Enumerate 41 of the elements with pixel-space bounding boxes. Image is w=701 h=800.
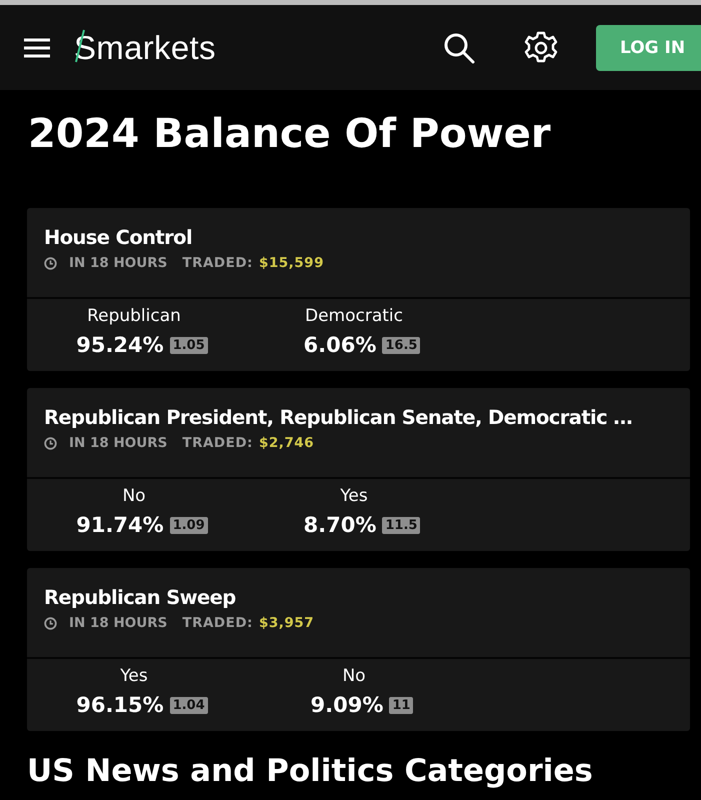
market-card[interactable]: Republican President, Republican Senate, Democratic … IN 18 HOURS TRADED: $2,746 No 91.74% 1.09 Yes 8.70% 11.5 (27, 388, 690, 551)
market-card[interactable]: Republican Sweep IN 18 HOURS TRADED: $3,957 Yes 96.15% 1.04 No 9.09% 11 (27, 568, 690, 731)
market-title: Republican President, Republican Senate, Democratic … (44, 405, 634, 431)
settings-icon[interactable] (524, 30, 558, 64)
market-title: Republican Sweep (44, 585, 237, 611)
outcome-percent[interactable]: 95.24% (76, 333, 164, 357)
outcome-name: Yes (340, 485, 368, 507)
odds-badge[interactable]: 1.09 (170, 516, 208, 534)
page-title: 2024 Balance Of Power (28, 112, 552, 159)
outcome-percent[interactable]: 91.74% (76, 513, 164, 537)
outcome-name: Democratic (305, 305, 403, 327)
traded-label: TRADED: (182, 435, 253, 451)
odds-badge[interactable]: 11.5 (382, 516, 420, 534)
time-label: IN 18 HOURS (69, 435, 168, 451)
section-heading: US News and Politics Categories (27, 753, 594, 789)
clock-icon (44, 616, 57, 630)
outcome-percent[interactable]: 96.15% (76, 693, 164, 717)
odds-badge[interactable]: 1.04 (170, 696, 208, 714)
outcome-name: No (342, 665, 366, 687)
traded-amount: $2,746 (258, 435, 314, 451)
outcome-name: Yes (120, 665, 148, 687)
outcome-percent[interactable]: 8.70% (304, 513, 376, 537)
outcome-name: Republican (87, 305, 181, 327)
clock-icon (44, 436, 57, 450)
market-title: House Control (44, 225, 194, 251)
traded-amount: $15,599 (258, 255, 324, 271)
time-label: IN 18 HOURS (69, 615, 168, 631)
odds-badge[interactable]: 16.5 (382, 336, 420, 354)
search-icon[interactable] (443, 32, 475, 64)
menu-icon[interactable] (24, 38, 50, 58)
clock-icon (44, 256, 57, 270)
traded-amount: $3,957 (258, 615, 314, 631)
market-card[interactable]: House Control IN 18 HOURS TRADED: $15,599 Republican 95.24% 1.05 Democratic 6.06% 16.5 (27, 208, 690, 371)
outcome-percent[interactable]: 6.06% (304, 333, 376, 357)
time-label: IN 18 HOURS (69, 255, 168, 271)
outcome-percent[interactable]: 9.09% (310, 693, 384, 717)
traded-label: TRADED: (182, 615, 253, 631)
traded-label: TRADED: (182, 255, 253, 271)
odds-badge[interactable]: 11 (389, 696, 414, 714)
odds-badge[interactable]: 1.05 (170, 336, 208, 354)
outcome-name: No (122, 485, 146, 507)
